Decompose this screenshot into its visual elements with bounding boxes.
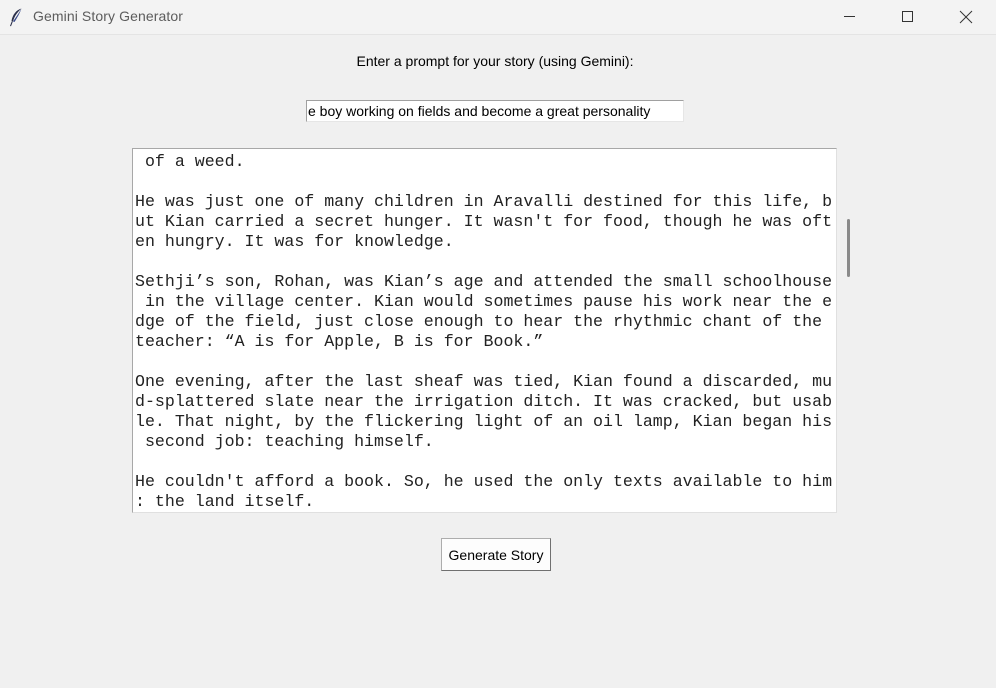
story-line: dge of the field, just close enough to h… bbox=[135, 312, 823, 331]
story-line: d-splattered slate near the irrigation d… bbox=[135, 392, 833, 411]
prompt-input[interactable] bbox=[306, 100, 684, 122]
title-bar[interactable]: Gemini Story Generator bbox=[0, 0, 996, 35]
story-text: of a weed. He was just one of many child… bbox=[135, 152, 836, 512]
story-line: : the land itself. bbox=[135, 492, 315, 511]
story-line: en hungry. It was for knowledge. bbox=[135, 232, 454, 251]
maximize-icon bbox=[902, 11, 913, 22]
story-text-area[interactable]: of a weed. He was just one of many child… bbox=[132, 148, 837, 513]
story-line: He was just one of many children in Arav… bbox=[135, 192, 833, 211]
close-icon bbox=[959, 10, 973, 24]
story-line: le. That night, by the flickering light … bbox=[135, 412, 833, 431]
story-line: second job: teaching himself. bbox=[135, 432, 434, 451]
scrollbar-thumb[interactable] bbox=[847, 219, 850, 277]
feather-icon bbox=[6, 6, 26, 28]
close-button[interactable] bbox=[937, 0, 995, 34]
window-title: Gemini Story Generator bbox=[33, 8, 184, 24]
story-line: teacher: “A is for Apple, B is for Book.… bbox=[135, 332, 544, 351]
story-line: One evening, after the last sheaf was ti… bbox=[135, 372, 833, 391]
story-line: in the village center. Kian would someti… bbox=[135, 292, 833, 311]
story-line: He couldn't afford a book. So, he used t… bbox=[135, 472, 833, 491]
story-line: of a weed. bbox=[135, 152, 245, 171]
minimize-icon bbox=[844, 16, 855, 17]
app-window: Gemini Story Generator Enter a prompt fo… bbox=[0, 0, 996, 688]
generate-story-button[interactable]: Generate Story bbox=[441, 538, 551, 571]
prompt-label: Enter a prompt for your story (using Gem… bbox=[356, 53, 634, 69]
story-line: ut Kian carried a secret hunger. It wasn… bbox=[135, 212, 833, 231]
minimize-button[interactable] bbox=[821, 0, 879, 34]
maximize-button[interactable] bbox=[879, 0, 937, 34]
story-line: Sethji’s son, Rohan, was Kian’s age and … bbox=[135, 272, 833, 291]
